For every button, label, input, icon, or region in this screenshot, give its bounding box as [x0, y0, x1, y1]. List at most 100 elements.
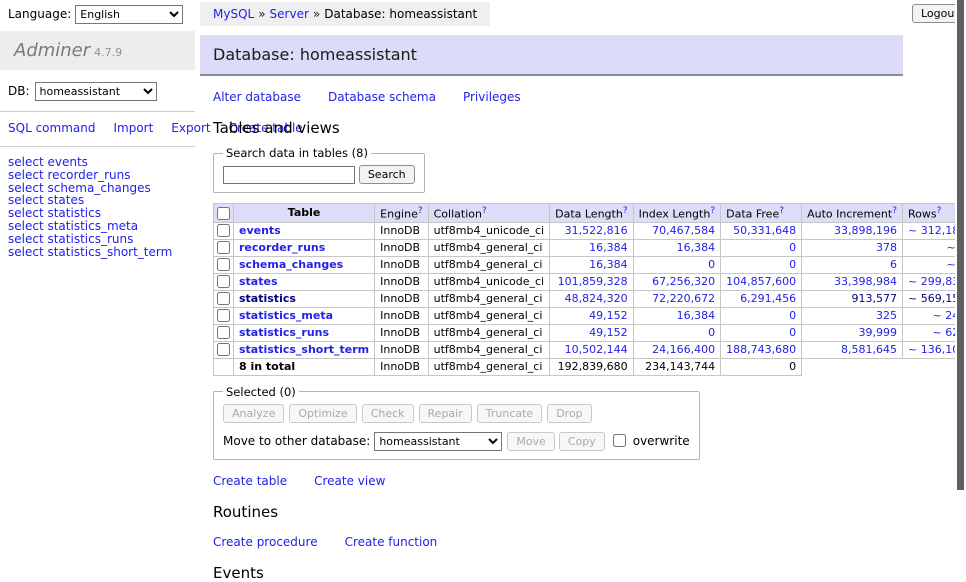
- data-length-link[interactable]: 48,824,320: [565, 292, 628, 305]
- data-free-link[interactable]: 0: [789, 258, 796, 271]
- auto-increment-link[interactable]: 325: [876, 309, 897, 322]
- table-link-recorder-runs[interactable]: recorder_runs: [239, 241, 325, 254]
- language-select[interactable]: English: [75, 5, 183, 24]
- link-create-view[interactable]: Create view: [314, 474, 385, 488]
- search-button[interactable]: Search: [359, 165, 415, 184]
- column-help-link[interactable]: ?: [779, 206, 784, 216]
- data-length-link[interactable]: 10,502,144: [565, 343, 628, 356]
- breadcrumb-link-server[interactable]: Server: [270, 7, 309, 21]
- search-legend: Search data in tables (8): [223, 146, 371, 160]
- data-free-cell: 0: [721, 256, 802, 273]
- sidebar-select-events[interactable]: select events: [8, 156, 187, 169]
- data-free-link[interactable]: 50,331,648: [733, 224, 796, 237]
- link-database-schema[interactable]: Database schema: [328, 90, 436, 104]
- breadcrumb-current: Database: homeassistant: [324, 7, 477, 21]
- scrollbar-track[interactable]: [955, 0, 966, 543]
- column-help-link[interactable]: ?: [892, 206, 897, 216]
- link-create-procedure[interactable]: Create procedure: [213, 535, 318, 549]
- drop-button[interactable]: Drop: [547, 404, 591, 423]
- auto-increment-link[interactable]: 913,577: [852, 292, 898, 305]
- link-create-table[interactable]: Create table: [213, 474, 287, 488]
- index-length-cell: 67,256,320: [633, 273, 721, 290]
- data-free-link[interactable]: 6,291,456: [740, 292, 796, 305]
- data-free-link[interactable]: 104,857,600: [726, 275, 796, 288]
- sidebar-table-links: select eventsselect recorder_runsselect …: [0, 147, 195, 258]
- data-free-link[interactable]: 0: [789, 241, 796, 254]
- index-length-link[interactable]: 16,384: [677, 241, 716, 254]
- auto-increment-link[interactable]: 378: [876, 241, 897, 254]
- search-input[interactable]: [223, 166, 355, 184]
- column-help-link[interactable]: ?: [623, 206, 628, 216]
- index-length-link[interactable]: 67,256,320: [652, 275, 715, 288]
- select-all-checkbox[interactable]: [217, 207, 230, 220]
- row-checkbox-recorder-runs[interactable]: [217, 241, 230, 254]
- index-length-link[interactable]: 0: [708, 326, 715, 339]
- repair-button[interactable]: Repair: [419, 404, 472, 423]
- db-select[interactable]: homeassistant: [35, 82, 157, 101]
- table-link-schema-changes[interactable]: schema_changes: [239, 258, 343, 271]
- data-free-link[interactable]: 188,743,680: [726, 343, 796, 356]
- sidebar-link-sql-command[interactable]: SQL command: [8, 121, 95, 135]
- table-link-statistics-short-term[interactable]: statistics_short_term: [239, 343, 369, 356]
- index-length-link[interactable]: 24,166,400: [652, 343, 715, 356]
- row-checkbox-statistics-meta[interactable]: [217, 309, 230, 322]
- breadcrumb-link-mysql[interactable]: MySQL: [213, 7, 254, 21]
- move-buttons: MoveCopy: [507, 434, 608, 448]
- engine-cell: InnoDB: [375, 222, 428, 239]
- db-label: DB:: [8, 84, 30, 98]
- auto-increment-link[interactable]: 6: [890, 258, 897, 271]
- auto-increment-link[interactable]: 8,581,645: [841, 343, 897, 356]
- sidebar-select-recorder-runs[interactable]: select recorder_runs: [8, 169, 187, 182]
- data-free-link[interactable]: 0: [789, 309, 796, 322]
- scrollbar-thumb[interactable]: [957, 0, 964, 490]
- overwrite-checkbox[interactable]: [613, 434, 626, 447]
- table-link-statistics-runs[interactable]: statistics_runs: [239, 326, 329, 339]
- auto-increment-link[interactable]: 39,999: [859, 326, 898, 339]
- data-length-link[interactable]: 49,152: [589, 326, 628, 339]
- move-db-select[interactable]: homeassistant: [374, 432, 502, 451]
- sidebar-select-statistics-runs[interactable]: select statistics_runs: [8, 233, 187, 246]
- analyze-button[interactable]: Analyze: [223, 404, 284, 423]
- help-superscript: ?: [623, 205, 628, 216]
- check-button[interactable]: Check: [362, 404, 414, 423]
- row-checkbox-schema-changes[interactable]: [217, 258, 230, 271]
- table-link-statistics[interactable]: statistics: [239, 292, 296, 305]
- table-link-states[interactable]: states: [239, 275, 278, 288]
- sidebar-select-statistics-meta[interactable]: select statistics_meta: [8, 220, 187, 233]
- help-superscript: ?: [779, 205, 784, 216]
- index-length-link[interactable]: 72,220,672: [652, 292, 715, 305]
- truncate-button[interactable]: Truncate: [477, 404, 542, 423]
- auto-increment-link[interactable]: 33,398,984: [834, 275, 897, 288]
- data-length-link[interactable]: 31,522,816: [565, 224, 628, 237]
- row-checkbox-statistics-short-term[interactable]: [217, 343, 230, 356]
- column-help-link[interactable]: ?: [710, 206, 715, 216]
- row-checkbox-statistics[interactable]: [217, 292, 230, 305]
- data-length-link[interactable]: 16,384: [589, 241, 628, 254]
- column-help-link[interactable]: ?: [937, 206, 942, 216]
- row-checkbox-statistics-runs[interactable]: [217, 326, 230, 339]
- move-button[interactable]: Move: [507, 432, 555, 451]
- index-length-link[interactable]: 70,467,584: [652, 224, 715, 237]
- optimize-button[interactable]: Optimize: [289, 404, 356, 423]
- copy-button[interactable]: Copy: [559, 432, 605, 451]
- table-link-statistics-meta[interactable]: statistics_meta: [239, 309, 333, 322]
- events-heading: Events: [213, 564, 903, 582]
- link-privileges[interactable]: Privileges: [463, 90, 521, 104]
- column-help-link[interactable]: ?: [482, 206, 487, 216]
- data-length-link[interactable]: 101,859,328: [558, 275, 628, 288]
- index-length-link[interactable]: 0: [708, 258, 715, 271]
- row-checkbox-events[interactable]: [217, 224, 230, 237]
- column-help-link[interactable]: ?: [418, 206, 423, 216]
- index-length-link[interactable]: 16,384: [677, 309, 716, 322]
- row-checkbox-states[interactable]: [217, 275, 230, 288]
- data-free-link[interactable]: 0: [789, 326, 796, 339]
- link-alter-database[interactable]: Alter database: [213, 90, 301, 104]
- link-create-function[interactable]: Create function: [345, 535, 438, 549]
- table-link-events[interactable]: events: [239, 224, 281, 237]
- data-length-link[interactable]: 16,384: [589, 258, 628, 271]
- sidebar-select-statistics-short-term[interactable]: select statistics_short_term: [8, 246, 187, 259]
- breadcrumb: MySQL»Server»Database: homeassistant: [200, 2, 490, 26]
- sidebar-link-import[interactable]: Import: [113, 121, 153, 135]
- auto-increment-link[interactable]: 33,898,196: [834, 224, 897, 237]
- data-length-link[interactable]: 49,152: [589, 309, 628, 322]
